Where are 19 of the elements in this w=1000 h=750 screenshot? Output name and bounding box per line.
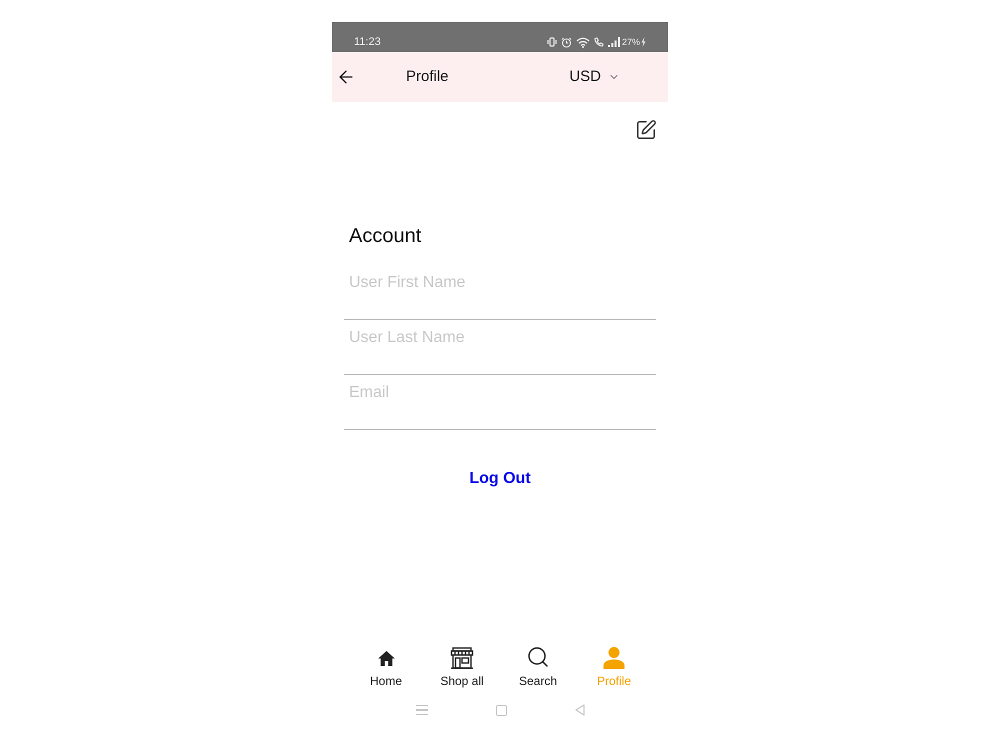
- phone-icon: [594, 37, 604, 47]
- nav-tab[interactable]: Search: [500, 641, 576, 689]
- log-out-link[interactable]: Log Out: [469, 467, 531, 491]
- signal-icon: [608, 37, 620, 47]
- page-title: Profile: [406, 67, 449, 87]
- nav-tab[interactable]: Shop all: [424, 641, 500, 689]
- wifi-icon: [576, 36, 590, 48]
- edit-icon[interactable]: [635, 119, 657, 141]
- vibrate-icon: [546, 37, 557, 47]
- status-time: 11:23: [354, 35, 381, 49]
- battery-percent: 27%: [622, 36, 640, 48]
- nav-tab[interactable]: Home: [348, 641, 424, 689]
- section-title: Account: [349, 224, 422, 249]
- bolt-icon: [641, 37, 646, 47]
- home-square-icon[interactable]: [496, 704, 506, 716]
- menu-icon[interactable]: [416, 705, 428, 715]
- back-icon[interactable]: [574, 704, 584, 716]
- currency-dropdown[interactable]: USD: [569, 67, 620, 87]
- alarm-icon: [560, 36, 572, 48]
